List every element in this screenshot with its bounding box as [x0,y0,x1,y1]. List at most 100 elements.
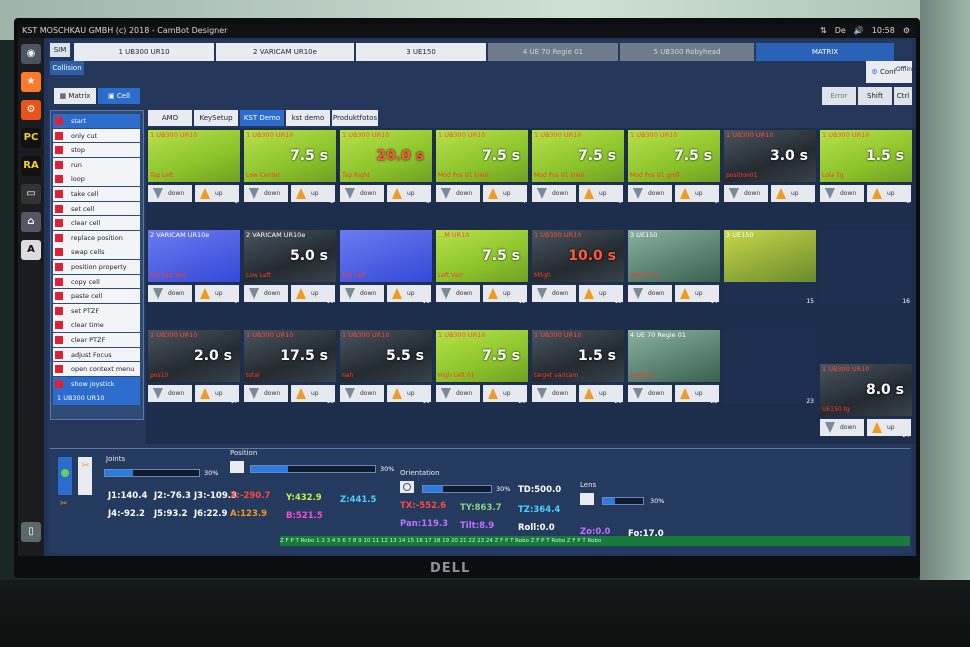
matrix-cell[interactable]: 1 UB300 UR107.5 sMod Pos 01 klein4downup [436,130,528,205]
cell-down-button[interactable]: down [532,185,576,202]
gear-icon[interactable]: ⚙ [903,24,910,38]
tab-device-3[interactable]: 3 UE150 [356,43,486,61]
a-app-icon[interactable]: A [21,240,41,260]
action-item[interactable]: set PTZF [53,303,140,318]
cell-up-button[interactable]: up [195,185,239,202]
cell-up-button[interactable]: up [387,285,431,302]
tab-matrix[interactable]: MATRIX [756,43,894,61]
matrix-cell[interactable]: 3 UE150ue150 0114downup [628,230,720,305]
dash-icon[interactable]: ◉ [21,44,41,64]
action-item[interactable]: set cell [53,201,140,216]
action-item[interactable]: position property [53,260,140,274]
tab-device-1[interactable]: 1 UB300 UR10 [74,43,214,61]
orientation-speed-slider[interactable] [422,485,492,493]
cell-down-button[interactable]: down [724,185,768,202]
action-item[interactable]: paste cell [53,289,140,303]
position-mode-button[interactable] [230,461,244,473]
cell-up-button[interactable]: up [867,419,911,436]
matrix-cell[interactable]: 2 VARICAM UR10e5.0 sLow Left10downup [244,230,336,305]
tab-cell-view[interactable]: ▣ Cell [98,88,140,104]
cell-down-button[interactable]: down [436,185,480,202]
pc-app-icon[interactable]: PC [21,128,41,148]
tab-device-5[interactable]: 5 UB300 Robyhead [620,43,754,61]
position-speed-slider[interactable] [250,465,376,473]
cell-down-button[interactable]: down [244,285,288,302]
action-item[interactable]: run [53,157,140,172]
matrix-cell[interactable]: 4 UE 70 Regie 01bestenl...22downup [628,330,720,405]
action-item[interactable]: adjust Focus [53,347,140,362]
settings-app-icon[interactable]: ⚙ [21,100,41,120]
network-icon[interactable]: ⇅ [820,24,827,38]
cell-down-button[interactable]: down [628,185,672,202]
tab-kst-demo[interactable]: KST Demo [240,110,284,126]
action-item[interactable]: clear time [53,318,140,333]
cell-up-button[interactable]: up [387,385,431,402]
action-item[interactable]: loop [53,172,140,187]
device-select[interactable]: 1 UB300 UR10 [53,391,140,406]
cell-up-button[interactable]: up [579,185,623,202]
cell-up-button[interactable]: up [675,385,719,402]
matrix-cell[interactable]: Top Left11downup [340,230,432,305]
tab-device-2[interactable]: 2 VARICAM UR10e [216,43,354,61]
cell-down-button[interactable]: down [340,385,384,402]
offline-button[interactable]: Offline [896,61,916,83]
cell-up-button[interactable]: up [483,285,527,302]
tab-matrix-view[interactable]: ▦ Matrix [54,88,96,104]
cell-down-button[interactable]: down [340,285,384,302]
matrix-cell[interactable]: 1 UB300 UR1020.0 sTop Right3downup [340,130,432,205]
cell-up-button[interactable]: up [291,285,335,302]
network-app-icon[interactable]: ⌂ [21,212,41,232]
cell-up-button[interactable]: up [291,185,335,202]
matrix-cell[interactable]: 1 UB300 UR105.5 snah19downup [340,330,432,405]
trash-icon[interactable]: ▯ [21,522,41,542]
cell-up-button[interactable]: up [675,185,719,202]
ra-app-icon[interactable]: RA [21,156,41,176]
error-button[interactable]: Error [822,87,856,105]
tab-amo[interactable]: AMO [148,110,192,126]
sim-button[interactable]: SIM [50,43,70,57]
matrix-cell[interactable]: 1 UB300 UR1017.5 stotal18downup [244,330,336,405]
cell-up-button[interactable]: up [771,185,815,202]
cell-down-button[interactable]: down [532,285,576,302]
matrix-cell[interactable]: 23 [724,330,816,405]
cell-up-button[interactable]: up [195,385,239,402]
matrix-cell[interactable]: 1 UB300 UR107.5 sHigh Left 0120downup [436,330,528,405]
cell-up-button[interactable]: up [579,285,623,302]
cell-up-button[interactable]: up [387,185,431,202]
tab-produktfotos[interactable]: Produktfotos [332,110,378,126]
cell-up-button[interactable]: up [675,285,719,302]
action-item[interactable]: clear PTZF [53,333,140,347]
cell-up-button[interactable]: up [867,185,911,202]
matrix-cell[interactable]: 1 UB300 UR107.5 sLow Center2downup [244,130,336,205]
action-item[interactable]: stop [53,143,140,157]
cell-down-button[interactable]: down [148,385,192,402]
cell-up-button[interactable]: up [195,285,239,302]
orientation-mode-button[interactable] [400,481,414,493]
cell-up-button[interactable]: up [483,385,527,402]
ctrl-button[interactable]: Ctrl [894,87,912,105]
action-item[interactable]: start [53,114,140,128]
action-item[interactable]: show joystick [53,376,140,391]
matrix-cell[interactable]: ...M UR107.5 sLeft Vari12downup [436,230,528,305]
cell-down-button[interactable]: down [148,185,192,202]
joints-speed-slider[interactable] [104,469,200,477]
volume-icon[interactable]: 🔊 [854,24,864,38]
action-item[interactable]: only cut [53,128,140,143]
matrix-cell[interactable]: 3 UE150 15 [724,230,816,305]
action-item[interactable]: copy cell [53,274,140,289]
matrix-cell[interactable]: 2 VARICAM UR10eTop Left Vari9downup [148,230,240,305]
matrix-cell[interactable]: 1 UB300 UR107.5 sMod Pos 01 groß6downup [628,130,720,205]
matrix-cell[interactable]: 1 UB300 UR102.0 spos1017downup [148,330,240,405]
tab-kst-demo-day[interactable]: kst demo day [286,110,330,138]
cell-down-button[interactable]: down [244,385,288,402]
cell-down-button[interactable]: down [148,285,192,302]
matrix-cell[interactable]: 1 UB300 UR101.5 sLola Tg8downup [820,130,912,205]
terminal-icon[interactable]: ▭ [21,184,41,204]
cell-down-button[interactable]: down [340,185,384,202]
action-item[interactable]: swap cells [53,245,140,260]
cell-down-button[interactable]: down [436,285,480,302]
matrix-cell[interactable]: 1 UB300 UR10Top Left1downup [148,130,240,205]
cell-up-button[interactable]: up [579,385,623,402]
matrix-cell[interactable]: 1 UB300 UR101.5 starget varicam21downup [532,330,624,405]
matrix-cell[interactable]: 1 UB300 UR103.0 sposition017downup [724,130,816,205]
